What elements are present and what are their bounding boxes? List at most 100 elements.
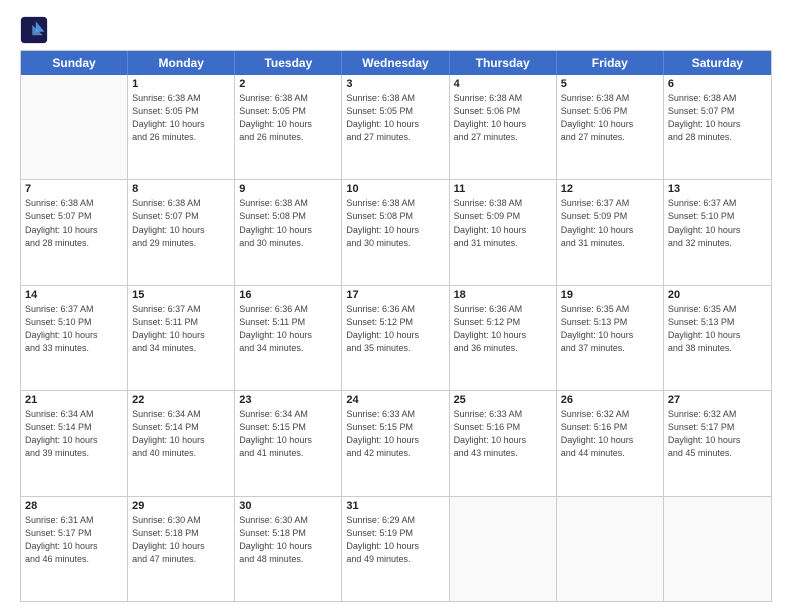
calendar-cell-day-27: 27 Sunrise: 6:32 AM Sunset: 5:17 PM Dayli… <box>664 391 771 495</box>
day-number: 20 <box>668 289 767 301</box>
calendar-cell-day-31: 31Sunrise: 6:29 AM Sunset: 5:19 PM Dayli… <box>342 497 449 601</box>
calendar-cell-day-26: 26 Sunrise: 6:32 AM Sunset: 5:16 PM Dayli… <box>557 391 664 495</box>
cell-info: Sunrise: 6:37 AM Sunset: 5:10 PM Dayligh… <box>668 197 767 249</box>
calendar-row-4: 21 Sunrise: 6:34 AM Sunset: 5:14 PM Dayli… <box>21 391 771 496</box>
calendar-body: 1 Sunrise: 6:38 AM Sunset: 5:05 PM Daylig… <box>21 75 771 601</box>
calendar-cell-day-4: 4 Sunrise: 6:38 AM Sunset: 5:06 PM Daylig… <box>450 75 557 179</box>
calendar-cell-day-18: 18Sunrise: 6:36 AM Sunset: 5:12 PM Dayli… <box>450 286 557 390</box>
calendar-cell-day-9: 9 Sunrise: 6:38 AM Sunset: 5:08 PM Daylig… <box>235 180 342 284</box>
cell-info: Sunrise: 6:38 AM Sunset: 5:05 PM Dayligh… <box>239 92 337 144</box>
calendar-cell-day-7: 7 Sunrise: 6:38 AM Sunset: 5:07 PM Daylig… <box>21 180 128 284</box>
cell-info: Sunrise: 6:38 AM Sunset: 5:06 PM Dayligh… <box>454 92 552 144</box>
cell-info: Sunrise: 6:38 AM Sunset: 5:05 PM Dayligh… <box>346 92 444 144</box>
day-number: 1 <box>132 78 230 90</box>
calendar-cell-day-29: 29Sunrise: 6:30 AM Sunset: 5:18 PM Dayli… <box>128 497 235 601</box>
day-number: 8 <box>132 183 230 195</box>
day-number: 16 <box>239 289 337 301</box>
cell-info: Sunrise: 6:31 AM Sunset: 5:17 PM Dayligh… <box>25 514 123 566</box>
cell-info: Sunrise: 6:35 AM Sunset: 5:13 PM Dayligh… <box>668 303 767 355</box>
calendar-cell-day-11: 11 Sunrise: 6:38 AM Sunset: 5:09 PM Dayli… <box>450 180 557 284</box>
cell-info: Sunrise: 6:38 AM Sunset: 5:09 PM Dayligh… <box>454 197 552 249</box>
day-number: 3 <box>346 78 444 90</box>
day-number: 24 <box>346 394 444 406</box>
cell-info: Sunrise: 6:38 AM Sunset: 5:08 PM Dayligh… <box>239 197 337 249</box>
cell-info: Sunrise: 6:38 AM Sunset: 5:07 PM Dayligh… <box>25 197 123 249</box>
calendar-cell-day-25: 25 Sunrise: 6:33 AM Sunset: 5:16 PM Dayli… <box>450 391 557 495</box>
cell-info: Sunrise: 6:33 AM Sunset: 5:15 PM Dayligh… <box>346 408 444 460</box>
calendar-cell-day-14: 14 Sunrise: 6:37 AM Sunset: 5:10 PM Dayli… <box>21 286 128 390</box>
calendar-cell-empty <box>21 75 128 179</box>
day-number: 22 <box>132 394 230 406</box>
calendar-cell-day-19: 19Sunrise: 6:35 AM Sunset: 5:13 PM Dayli… <box>557 286 664 390</box>
day-number: 31 <box>346 500 444 512</box>
calendar-cell-day-8: 8 Sunrise: 6:38 AM Sunset: 5:07 PM Daylig… <box>128 180 235 284</box>
day-number: 30 <box>239 500 337 512</box>
day-number: 14 <box>25 289 123 301</box>
cell-info: Sunrise: 6:33 AM Sunset: 5:16 PM Dayligh… <box>454 408 552 460</box>
page: SundayMondayTuesdayWednesdayThursdayFrid… <box>0 0 792 612</box>
calendar-row-2: 7 Sunrise: 6:38 AM Sunset: 5:07 PM Daylig… <box>21 180 771 285</box>
cell-info: Sunrise: 6:36 AM Sunset: 5:12 PM Dayligh… <box>346 303 444 355</box>
day-number: 25 <box>454 394 552 406</box>
cell-info: Sunrise: 6:37 AM Sunset: 5:10 PM Dayligh… <box>25 303 123 355</box>
cell-info: Sunrise: 6:38 AM Sunset: 5:07 PM Dayligh… <box>132 197 230 249</box>
weekday-header-sunday: Sunday <box>21 51 128 75</box>
calendar-cell-day-16: 16Sunrise: 6:36 AM Sunset: 5:11 PM Dayli… <box>235 286 342 390</box>
cell-info: Sunrise: 6:37 AM Sunset: 5:09 PM Dayligh… <box>561 197 659 249</box>
calendar-cell-day-12: 12 Sunrise: 6:37 AM Sunset: 5:09 PM Dayli… <box>557 180 664 284</box>
day-number: 9 <box>239 183 337 195</box>
cell-info: Sunrise: 6:38 AM Sunset: 5:08 PM Dayligh… <box>346 197 444 249</box>
calendar: SundayMondayTuesdayWednesdayThursdayFrid… <box>20 50 772 602</box>
day-number: 18 <box>454 289 552 301</box>
calendar-cell-day-20: 20 Sunrise: 6:35 AM Sunset: 5:13 PM Dayli… <box>664 286 771 390</box>
weekday-header-tuesday: Tuesday <box>235 51 342 75</box>
calendar-cell-day-24: 24 Sunrise: 6:33 AM Sunset: 5:15 PM Dayli… <box>342 391 449 495</box>
day-number: 23 <box>239 394 337 406</box>
day-number: 27 <box>668 394 767 406</box>
calendar-cell-day-1: 1 Sunrise: 6:38 AM Sunset: 5:05 PM Daylig… <box>128 75 235 179</box>
cell-info: Sunrise: 6:34 AM Sunset: 5:14 PM Dayligh… <box>132 408 230 460</box>
weekday-header-saturday: Saturday <box>664 51 771 75</box>
cell-info: Sunrise: 6:34 AM Sunset: 5:14 PM Dayligh… <box>25 408 123 460</box>
calendar-cell-day-6: 6Sunrise: 6:38 AM Sunset: 5:07 PM Daylig… <box>664 75 771 179</box>
day-number: 17 <box>346 289 444 301</box>
header <box>20 16 772 44</box>
calendar-cell-empty <box>450 497 557 601</box>
weekday-header-monday: Monday <box>128 51 235 75</box>
day-number: 19 <box>561 289 659 301</box>
day-number: 21 <box>25 394 123 406</box>
day-number: 5 <box>561 78 659 90</box>
calendar-cell-day-23: 23Sunrise: 6:34 AM Sunset: 5:15 PM Dayli… <box>235 391 342 495</box>
cell-info: Sunrise: 6:38 AM Sunset: 5:05 PM Dayligh… <box>132 92 230 144</box>
day-number: 26 <box>561 394 659 406</box>
cell-info: Sunrise: 6:38 AM Sunset: 5:06 PM Dayligh… <box>561 92 659 144</box>
calendar-cell-day-13: 13 Sunrise: 6:37 AM Sunset: 5:10 PM Dayli… <box>664 180 771 284</box>
calendar-cell-day-15: 15Sunrise: 6:37 AM Sunset: 5:11 PM Dayli… <box>128 286 235 390</box>
day-number: 11 <box>454 183 552 195</box>
calendar-row-1: 1 Sunrise: 6:38 AM Sunset: 5:05 PM Daylig… <box>21 75 771 180</box>
day-number: 2 <box>239 78 337 90</box>
calendar-cell-empty <box>664 497 771 601</box>
calendar-cell-day-5: 5 Sunrise: 6:38 AM Sunset: 5:06 PM Daylig… <box>557 75 664 179</box>
day-number: 7 <box>25 183 123 195</box>
day-number: 6 <box>668 78 767 90</box>
calendar-cell-day-2: 2 Sunrise: 6:38 AM Sunset: 5:05 PM Daylig… <box>235 75 342 179</box>
day-number: 13 <box>668 183 767 195</box>
day-number: 12 <box>561 183 659 195</box>
calendar-row-3: 14 Sunrise: 6:37 AM Sunset: 5:10 PM Dayli… <box>21 286 771 391</box>
logo-icon <box>20 16 48 44</box>
calendar-cell-day-30: 30Sunrise: 6:30 AM Sunset: 5:18 PM Dayli… <box>235 497 342 601</box>
day-number: 29 <box>132 500 230 512</box>
calendar-cell-day-21: 21 Sunrise: 6:34 AM Sunset: 5:14 PM Dayli… <box>21 391 128 495</box>
calendar-cell-day-22: 22 Sunrise: 6:34 AM Sunset: 5:14 PM Dayli… <box>128 391 235 495</box>
day-number: 10 <box>346 183 444 195</box>
calendar-header: SundayMondayTuesdayWednesdayThursdayFrid… <box>21 51 771 75</box>
day-number: 4 <box>454 78 552 90</box>
calendar-cell-day-3: 3 Sunrise: 6:38 AM Sunset: 5:05 PM Daylig… <box>342 75 449 179</box>
weekday-header-wednesday: Wednesday <box>342 51 449 75</box>
weekday-header-thursday: Thursday <box>450 51 557 75</box>
cell-info: Sunrise: 6:32 AM Sunset: 5:16 PM Dayligh… <box>561 408 659 460</box>
cell-info: Sunrise: 6:32 AM Sunset: 5:17 PM Dayligh… <box>668 408 767 460</box>
day-number: 28 <box>25 500 123 512</box>
logo <box>20 16 52 44</box>
